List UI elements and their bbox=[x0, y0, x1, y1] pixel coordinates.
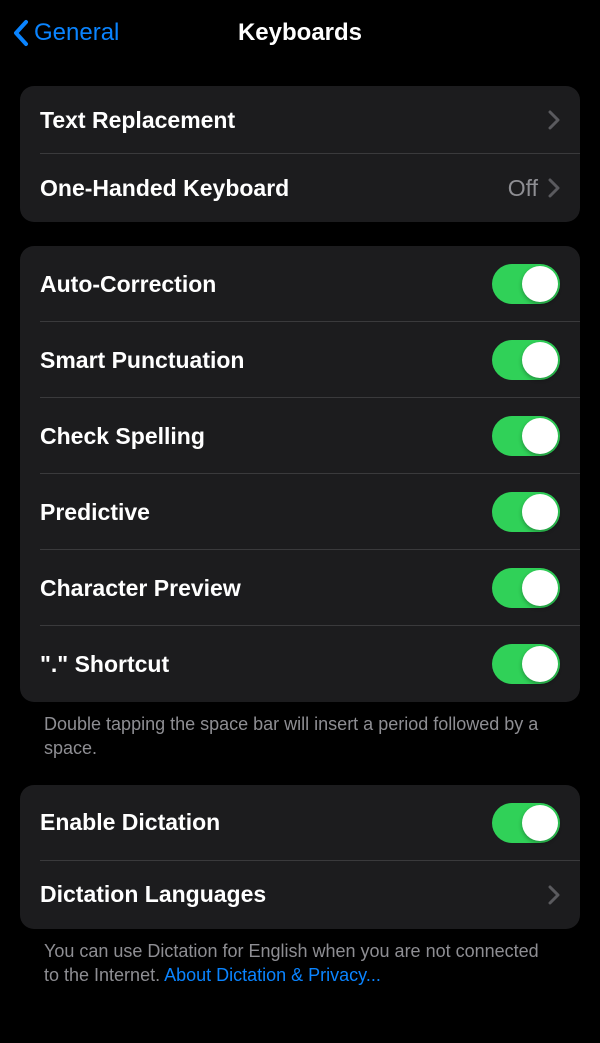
row-auto-correction: Auto-Correction bbox=[20, 246, 580, 322]
row-period-shortcut: "." Shortcut bbox=[20, 626, 580, 702]
chevron-left-icon bbox=[12, 19, 30, 47]
section-typing-options: Auto-Correction Smart Punctuation Check … bbox=[20, 246, 580, 702]
character-preview-toggle[interactable] bbox=[492, 568, 560, 608]
row-character-preview: Character Preview bbox=[20, 550, 580, 626]
check-spelling-toggle[interactable] bbox=[492, 416, 560, 456]
character-preview-label: Character Preview bbox=[40, 575, 241, 602]
one-handed-label: One-Handed Keyboard bbox=[40, 175, 289, 202]
period-shortcut-label: "." Shortcut bbox=[40, 651, 169, 678]
enable-dictation-label: Enable Dictation bbox=[40, 809, 220, 836]
dictation-languages-label: Dictation Languages bbox=[40, 881, 266, 908]
section-dictation: Enable Dictation Dictation Languages bbox=[20, 785, 580, 929]
dictation-section-footer: You can use Dictation for English when y… bbox=[20, 929, 580, 988]
smart-punctuation-toggle[interactable] bbox=[492, 340, 560, 380]
one-handed-value: Off bbox=[508, 175, 538, 202]
section-keyboard-options: Text Replacement One-Handed Keyboard Off bbox=[20, 86, 580, 222]
nav-header: General Keyboards bbox=[0, 0, 600, 66]
enable-dictation-toggle[interactable] bbox=[492, 803, 560, 843]
row-one-handed-keyboard[interactable]: One-Handed Keyboard Off bbox=[20, 154, 580, 222]
row-text-replacement[interactable]: Text Replacement bbox=[20, 86, 580, 154]
row-predictive: Predictive bbox=[20, 474, 580, 550]
predictive-toggle[interactable] bbox=[492, 492, 560, 532]
smart-punctuation-label: Smart Punctuation bbox=[40, 347, 244, 374]
text-replacement-label: Text Replacement bbox=[40, 107, 235, 134]
back-button[interactable]: General bbox=[12, 19, 119, 47]
content-area: Text Replacement One-Handed Keyboard Off bbox=[0, 86, 600, 987]
back-label: General bbox=[34, 19, 119, 47]
dictation-privacy-link[interactable]: About Dictation & Privacy... bbox=[164, 965, 381, 985]
period-shortcut-toggle[interactable] bbox=[492, 644, 560, 684]
row-dictation-languages[interactable]: Dictation Languages bbox=[20, 861, 580, 929]
row-check-spelling: Check Spelling bbox=[20, 398, 580, 474]
auto-correction-toggle[interactable] bbox=[492, 264, 560, 304]
check-spelling-label: Check Spelling bbox=[40, 423, 205, 450]
typing-section-footer: Double tapping the space bar will insert… bbox=[20, 702, 580, 761]
row-smart-punctuation: Smart Punctuation bbox=[20, 322, 580, 398]
row-enable-dictation: Enable Dictation bbox=[20, 785, 580, 861]
auto-correction-label: Auto-Correction bbox=[40, 271, 216, 298]
chevron-right-icon bbox=[548, 178, 560, 198]
chevron-right-icon bbox=[548, 885, 560, 905]
chevron-right-icon bbox=[548, 110, 560, 130]
page-title: Keyboards bbox=[238, 19, 362, 47]
predictive-label: Predictive bbox=[40, 499, 150, 526]
